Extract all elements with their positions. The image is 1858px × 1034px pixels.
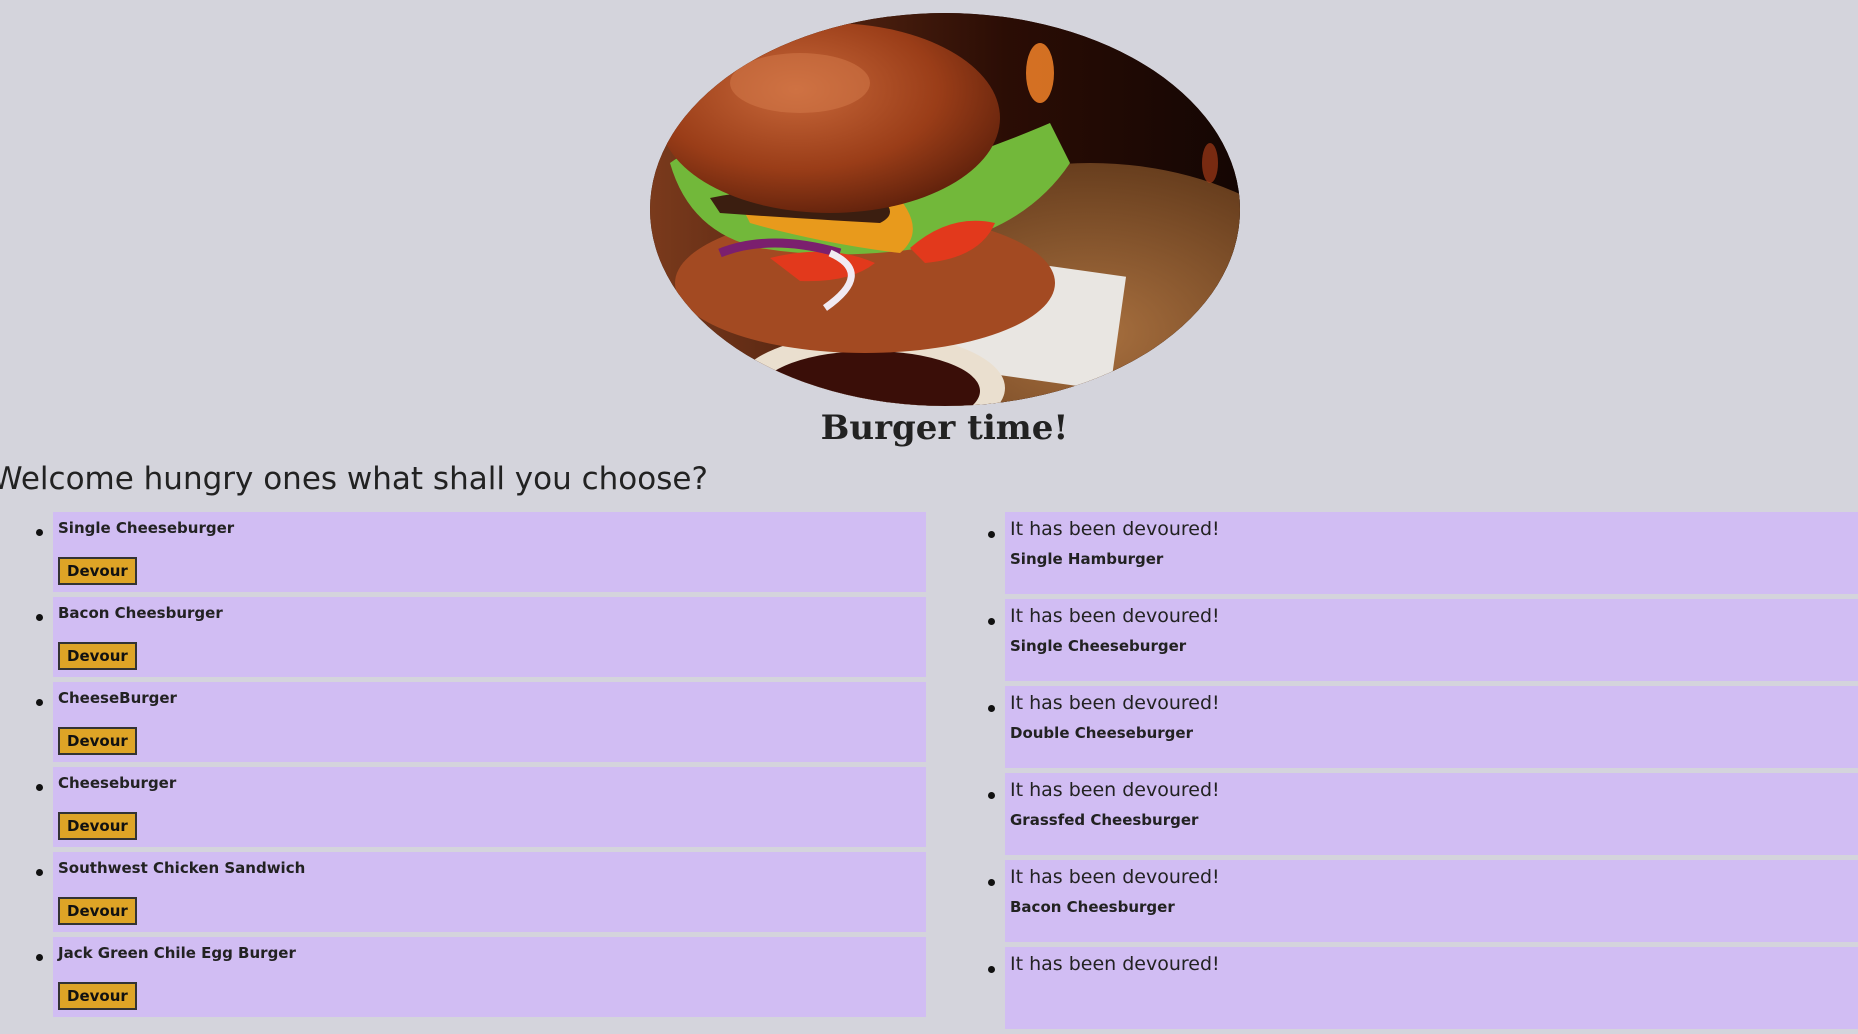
welcome-heading: Welcome hungry ones what shall you choos… <box>0 461 708 497</box>
devour-button[interactable]: Devour <box>58 982 137 1010</box>
devour-button[interactable]: Devour <box>58 727 137 755</box>
devoured-card: It has been devoured! Bacon Cheesburger <box>988 860 1858 942</box>
devoured-message: It has been devoured! <box>1010 518 1220 540</box>
burger-name: Single Cheeseburger <box>58 519 235 537</box>
burger-name: CheeseBurger <box>58 689 177 707</box>
devour-button[interactable]: Devour <box>58 812 137 840</box>
devoured-burger-name: Double Cheeseburger <box>1010 724 1193 742</box>
page-title: Burger time! <box>820 408 1069 448</box>
burger-photo <box>650 13 1240 406</box>
burger-name: Bacon Cheesburger <box>58 604 223 622</box>
burger-card: CheeseBurger Devour <box>36 682 926 762</box>
burger-photo-art <box>650 13 1240 406</box>
devoured-burger-name: Single Hamburger <box>1010 550 1164 568</box>
devoured-card: It has been devoured! Grassfed Cheesburg… <box>988 773 1858 855</box>
devoured-card: It has been devoured! <box>988 947 1858 1029</box>
burger-card: Cheeseburger Devour <box>36 767 926 847</box>
devoured-message: It has been devoured! <box>1010 953 1220 975</box>
burger-card: Single Cheeseburger Devour <box>36 512 926 592</box>
devoured-card: It has been devoured! Single Cheeseburge… <box>988 599 1858 681</box>
devoured-card: It has been devoured! Single Hamburger <box>988 512 1858 594</box>
devoured-message: It has been devoured! <box>1010 605 1220 627</box>
devour-button[interactable]: Devour <box>58 897 137 925</box>
devoured-message: It has been devoured! <box>1010 779 1220 801</box>
burger-name: Jack Green Chile Egg Burger <box>58 944 296 962</box>
devoured-burger-name: Grassfed Cheesburger <box>1010 811 1199 829</box>
devoured-burger-name: Bacon Cheesburger <box>1010 898 1175 916</box>
available-burgers-list: Single Cheeseburger Devour Bacon Cheesbu… <box>36 512 926 1022</box>
burger-name: Southwest Chicken Sandwich <box>58 859 306 877</box>
burger-name: Cheeseburger <box>58 774 177 792</box>
devoured-message: It has been devoured! <box>1010 866 1220 888</box>
burger-card: Southwest Chicken Sandwich Devour <box>36 852 926 932</box>
burger-card: Jack Green Chile Egg Burger Devour <box>36 937 926 1017</box>
devoured-card: It has been devoured! Double Cheeseburge… <box>988 686 1858 768</box>
burger-card: Bacon Cheesburger Devour <box>36 597 926 677</box>
devoured-burgers-list: It has been devoured! Single Hamburger I… <box>988 512 1858 1034</box>
devour-button[interactable]: Devour <box>58 642 137 670</box>
devoured-message: It has been devoured! <box>1010 692 1220 714</box>
devour-button[interactable]: Devour <box>58 557 137 585</box>
devoured-burger-name: Single Cheeseburger <box>1010 637 1187 655</box>
